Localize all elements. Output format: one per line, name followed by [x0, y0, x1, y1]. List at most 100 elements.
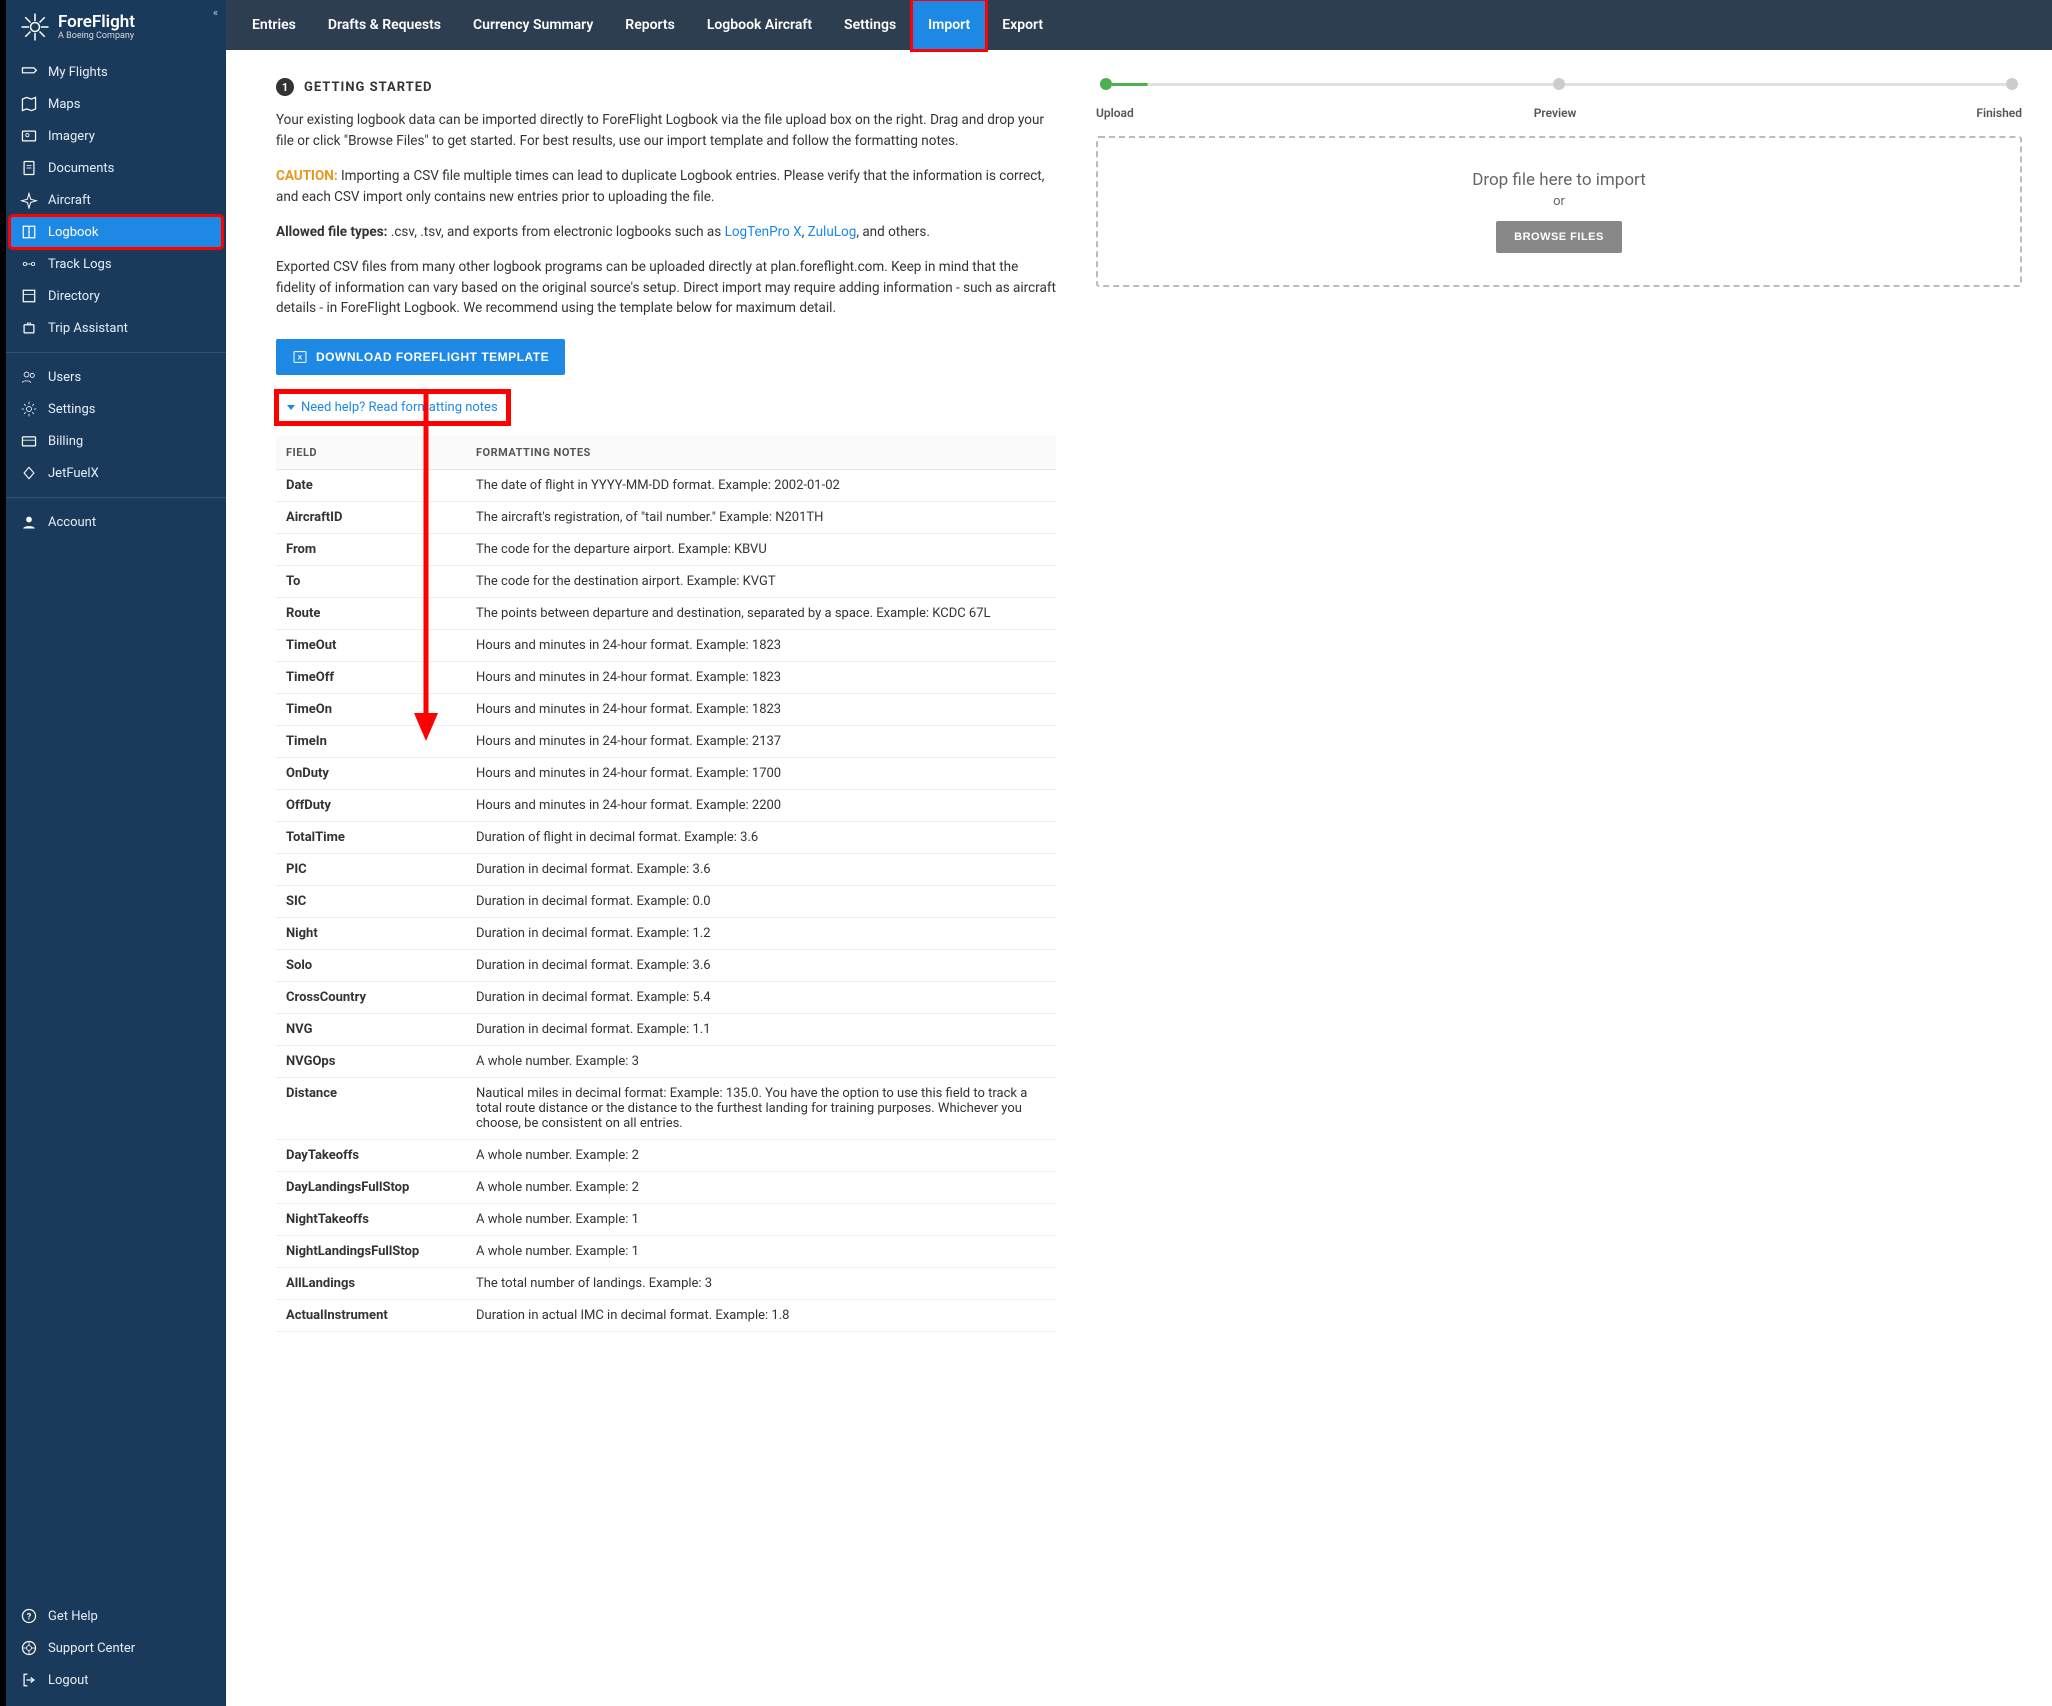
table-row: TimeInHours and minutes in 24-hour forma…: [276, 726, 1056, 758]
table-row: TimeOnHours and minutes in 24-hour forma…: [276, 694, 1056, 726]
caution-label: CAUTION:: [276, 168, 338, 184]
download-template-button[interactable]: X DOWNLOAD FOREFLIGHT TEMPLATE: [276, 339, 565, 375]
sidebar: ForeFlight A Boeing Company « My Flights…: [6, 0, 226, 1706]
sidebar-item-logout[interactable]: Logout: [6, 1664, 226, 1696]
export-paragraph: Exported CSV files from many other logbo…: [276, 257, 1056, 320]
table-row: AllLandingsThe total number of landings.…: [276, 1268, 1056, 1300]
table-row: NightDuration in decimal format. Example…: [276, 918, 1056, 950]
table-row: NightLandingsFullStopA whole number. Exa…: [276, 1236, 1056, 1268]
brand-name: ForeFlight: [58, 14, 135, 31]
annotation-arrow-icon: [411, 391, 441, 741]
sidebar-item-track-logs[interactable]: Track Logs: [6, 248, 226, 280]
allowed-filetypes: Allowed file types: .csv, .tsv, and expo…: [276, 222, 1056, 243]
table-row: DistanceNautical miles in decimal format…: [276, 1078, 1056, 1140]
step-finished-dot: [2006, 78, 2018, 90]
users-icon: [20, 368, 38, 386]
step-upload-dot: [1100, 78, 1112, 90]
docs-icon: [20, 159, 38, 177]
sidebar-item-jetfuelx[interactable]: JetFuelX: [6, 457, 226, 489]
directory-icon: [20, 287, 38, 305]
logbook-icon: [20, 223, 38, 241]
table-row: DateThe date of flight in YYYY-MM-DD for…: [276, 470, 1056, 502]
tab-logbook-aircraft[interactable]: Logbook Aircraft: [691, 0, 828, 50]
dropzone-or: or: [1118, 194, 2000, 209]
col-notes: FORMATTING NOTES: [466, 436, 1056, 470]
trip-icon: [20, 319, 38, 337]
collapse-sidebar-icon[interactable]: «: [213, 6, 218, 19]
topnav: EntriesDrafts & RequestsCurrency Summary…: [226, 0, 2052, 50]
table-row: OnDutyHours and minutes in 24-hour forma…: [276, 758, 1056, 790]
excel-icon: X: [292, 349, 308, 365]
sidebar-item-logbook[interactable]: Logbook: [10, 216, 222, 248]
tab-import[interactable]: Import: [912, 0, 986, 50]
zululog-link[interactable]: ZuluLog: [808, 224, 857, 240]
sidebar-item-imagery[interactable]: Imagery: [6, 120, 226, 152]
sidebar-item-support-center[interactable]: Support Center: [6, 1632, 226, 1664]
table-row: OffDutyHours and minutes in 24-hour form…: [276, 790, 1056, 822]
table-row: TotalTimeDuration of flight in decimal f…: [276, 822, 1056, 854]
help-link-highlight: Need help? Read formatting notes: [276, 391, 509, 424]
sidebar-item-settings[interactable]: Settings: [6, 393, 226, 425]
logtenpro-link[interactable]: LogTenPro X: [725, 224, 802, 240]
table-row: NVGDuration in decimal format. Example: …: [276, 1014, 1056, 1046]
tab-currency-summary[interactable]: Currency Summary: [457, 0, 609, 50]
table-row: DayTakeoffsA whole number. Example: 2: [276, 1140, 1056, 1172]
table-row: SICDuration in decimal format. Example: …: [276, 886, 1056, 918]
brand-subtitle: A Boeing Company: [58, 31, 135, 41]
aircraft-icon: [20, 191, 38, 209]
sidebar-item-maps[interactable]: Maps: [6, 88, 226, 120]
section-header: 1 GETTING STARTED: [276, 78, 1056, 96]
foreflight-logo-icon: [20, 12, 50, 42]
tab-export[interactable]: Export: [986, 0, 1059, 50]
table-row: NVGOpsA whole number. Example: 3: [276, 1046, 1056, 1078]
svg-text:X: X: [298, 355, 303, 362]
tab-settings[interactable]: Settings: [828, 0, 912, 50]
table-row: PICDuration in decimal format. Example: …: [276, 854, 1056, 886]
billing-icon: [20, 432, 38, 450]
dropzone-text: Drop file here to import: [1118, 170, 2000, 190]
table-row: TimeOutHours and minutes in 24-hour form…: [276, 630, 1056, 662]
caret-down-icon: [287, 405, 295, 410]
jetfuel-icon: [20, 464, 38, 482]
import-stepper: Upload Preview Finished: [1096, 78, 2022, 120]
step-finished-label: Finished: [1976, 106, 2022, 120]
table-row: CrossCountryDuration in decimal format. …: [276, 982, 1056, 1014]
table-row: SoloDuration in decimal format. Example:…: [276, 950, 1056, 982]
tab-entries[interactable]: Entries: [236, 0, 312, 50]
sidebar-item-trip-assistant[interactable]: Trip Assistant: [6, 312, 226, 344]
tab-drafts---requests[interactable]: Drafts & Requests: [312, 0, 457, 50]
table-row: DayLandingsFullStopA whole number. Examp…: [276, 1172, 1056, 1204]
map-icon: [20, 95, 38, 113]
sidebar-item-billing[interactable]: Billing: [6, 425, 226, 457]
table-row: AircraftIDThe aircraft's registration, o…: [276, 502, 1056, 534]
sidebar-item-aircraft[interactable]: Aircraft: [6, 184, 226, 216]
sidebar-item-directory[interactable]: Directory: [6, 280, 226, 312]
logout-icon: [20, 1671, 38, 1689]
gear-icon: [20, 400, 38, 418]
support-icon: [20, 1639, 38, 1657]
step-preview-dot: [1553, 78, 1565, 90]
step-preview-label: Preview: [1534, 106, 1577, 120]
sidebar-item-users[interactable]: Users: [6, 361, 226, 393]
file-dropzone[interactable]: Drop file here to import or BROWSE FILES: [1096, 136, 2022, 287]
step-upload-label: Upload: [1096, 106, 1134, 120]
sidebar-item-documents[interactable]: Documents: [6, 152, 226, 184]
section-title: GETTING STARTED: [304, 80, 432, 95]
formatting-notes-toggle[interactable]: Need help? Read formatting notes: [287, 400, 498, 415]
account-icon: [20, 513, 38, 531]
formatting-table: FIELD FORMATTING NOTES DateThe date of f…: [276, 436, 1056, 1332]
table-row: RouteThe points between departure and de…: [276, 598, 1056, 630]
svg-text:?: ?: [27, 1612, 32, 1622]
flights-icon: [20, 63, 38, 81]
sidebar-item-account[interactable]: Account: [6, 506, 226, 538]
browse-files-button[interactable]: BROWSE FILES: [1496, 221, 1622, 253]
table-row: NightTakeoffsA whole number. Example: 1: [276, 1204, 1056, 1236]
sidebar-item-my-flights[interactable]: My Flights: [6, 56, 226, 88]
caution-paragraph: CAUTION: Importing a CSV file multiple t…: [276, 166, 1056, 208]
table-row: ActualInstrumentDuration in actual IMC i…: [276, 1300, 1056, 1332]
sidebar-item-get-help[interactable]: ?Get Help: [6, 1600, 226, 1632]
help-icon: ?: [20, 1607, 38, 1625]
intro-paragraph: Your existing logbook data can be import…: [276, 110, 1056, 152]
tracklog-icon: [20, 255, 38, 273]
tab-reports[interactable]: Reports: [609, 0, 691, 50]
